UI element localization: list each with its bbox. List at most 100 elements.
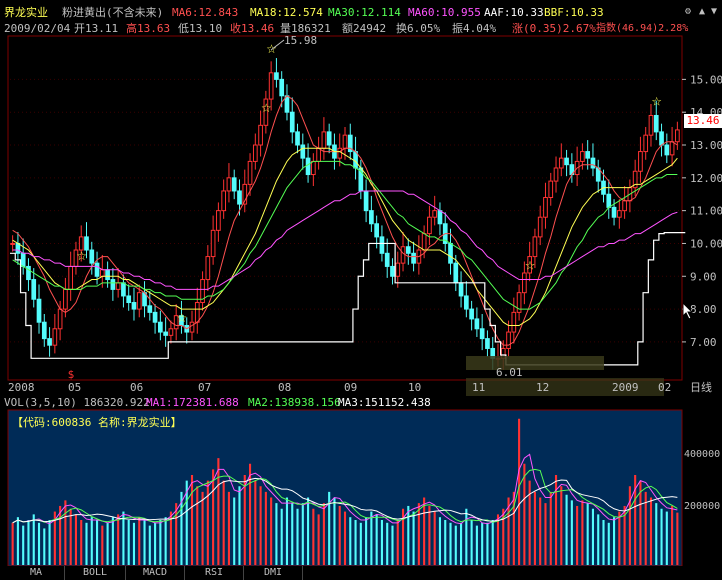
candle-body [622,200,627,212]
candle-body [300,144,306,159]
stock-name[interactable]: 界龙实业 [4,6,48,19]
candle-body [247,160,253,185]
candle-body [669,141,675,156]
indicator-header: 界龙实业 粉进黄出(不含未来) MA6:12.843 MA18:12.574 M… [0,0,722,22]
price-tick-label: 13.00 [690,139,722,152]
candle-body [606,193,612,208]
candle-body [57,308,63,330]
candle-body [611,206,617,218]
candle-body [537,216,543,238]
candle-body [31,279,37,300]
time-label: 05 [68,381,82,394]
down-icon[interactable]: ▼ [708,6,720,18]
candle-body [453,262,459,284]
period-button[interactable]: 日线 [690,381,712,394]
vol-tick: 400000 [684,449,721,460]
candle-body [258,124,263,146]
candle-body [194,302,200,323]
settings-icon[interactable]: ⚙ [682,6,694,18]
signal-label: 粉进黄出(不含未来) [62,6,164,19]
vol-ma2: MA2:138938.156 [248,396,341,409]
price-tick-label: 15.00 [690,73,722,86]
candle-body [532,236,538,258]
time-label: 10 [408,381,422,394]
candle-body [189,321,195,333]
candle-body [648,114,654,136]
candle-body [564,157,569,166]
candle-body [295,131,300,146]
candle-body [158,321,163,333]
candle-body [268,72,274,100]
tab-dmi[interactable]: DMI [244,566,303,580]
vol-tick: 200000 [684,501,721,512]
quote-bar: 2009/02/04 开13.11 高13.63 低13.10 收13.46 量… [0,22,722,36]
time-label: 12 [536,381,550,394]
time-label: 08 [278,381,292,394]
volume-header: VOL(3,5,10) 186320.922 MA1:172381.688 MA… [0,396,722,410]
candle-body [94,262,100,277]
candle-body [321,131,327,149]
candle-body [400,246,406,264]
candle-body [353,151,358,169]
price-panel [7,35,683,381]
candle-body [374,223,380,238]
candle-body [105,269,110,281]
tab-ma[interactable]: MA [8,566,65,580]
candle-body [279,78,285,97]
candle-body [580,151,585,162]
candle-body [210,229,216,258]
aaf-value: AAF:10.33 [484,6,544,19]
ma30-value: MA30:12.114 [328,6,401,19]
tab-boll[interactable]: BOLL [65,566,126,580]
candle-body [553,167,559,182]
indicator-tabs: MA BOLL MACD RSI DMI [0,566,722,580]
star-marker: ☆ [651,95,662,109]
candle-body [36,298,42,323]
candle-body [469,308,474,320]
candle-body [369,210,374,225]
candle-body [675,129,680,143]
quote-change: 涨(0.35)2.67% [512,22,596,35]
candle-body [390,265,395,277]
candle-body [131,302,137,310]
candle-body [590,157,596,169]
time-label: 2008 [8,381,35,394]
candle-body [68,265,74,290]
candle-body [337,147,343,159]
candle-body [41,321,47,340]
candle-body [52,328,58,346]
time-label: 11 [472,381,486,394]
candle-body [147,305,153,313]
up-icon[interactable]: ▲ [696,6,708,18]
price-tick-label: 7.00 [690,336,717,349]
candle-body [664,144,670,156]
ma18-value: MA18:12.574 [250,6,323,19]
candle-body [474,318,480,330]
candle-body [421,233,427,251]
candle-body [653,114,659,133]
time-label: 07 [198,381,212,394]
candle-body [485,338,490,349]
candle-body [326,131,332,146]
price-tick-label: 11.00 [690,205,722,218]
kline-chart[interactable]: 15.0014.0013.0012.0011.0010.009.008.007.… [0,0,722,580]
quote-close: 收13.46 [230,22,275,35]
time-label: 09 [344,381,358,394]
bbf-value: BBF:10.33 [544,6,604,19]
tab-macd[interactable]: MACD [126,566,185,580]
candle-body [168,328,174,336]
candle-body [205,256,211,281]
candle-body [226,177,232,192]
candle-body [284,95,290,113]
candle-body [110,279,116,290]
stock-code-label: 【代码:600836 名称:界龙实业】 [12,416,182,429]
quote-amplitude: 振4.04% [452,22,497,35]
candle-body [558,157,564,169]
tab-rsi[interactable]: RSI [185,566,244,580]
time-label: 06 [130,381,144,394]
candle-body [448,242,453,264]
candle-body [437,210,443,225]
candle-body [638,151,643,172]
quote-date: 2009/02/04 [4,22,71,35]
candle-body [458,282,464,297]
